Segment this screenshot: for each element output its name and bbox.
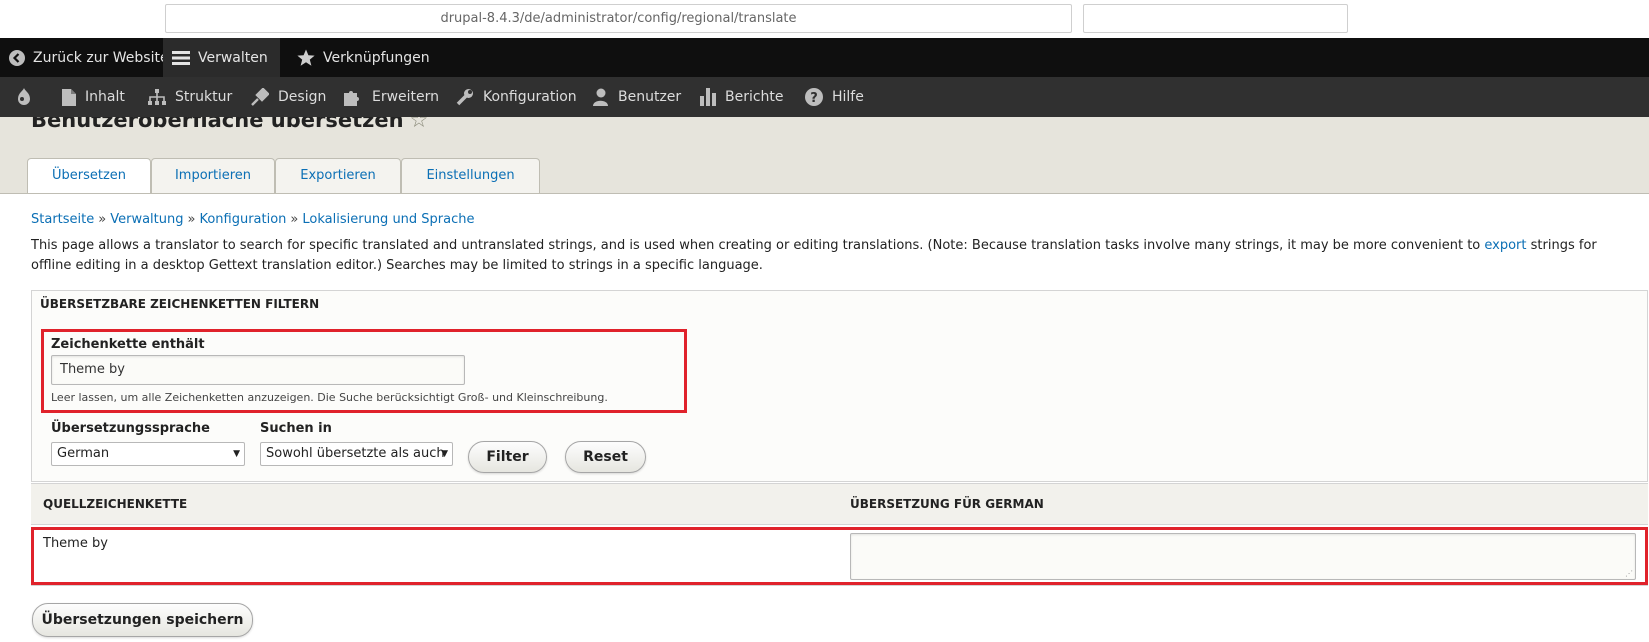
back-to-site-label: Zurück zur Website <box>33 49 169 66</box>
export-link[interactable]: export <box>1484 238 1526 253</box>
column-header-translation: ÜBERSETZUNG FÜR GERMAN <box>850 497 1044 511</box>
string-contains-input[interactable]: Theme by <box>51 355 465 385</box>
menu-item-erweitern[interactable]: Erweitern <box>344 77 439 117</box>
tab-importieren[interactable]: Importieren <box>151 158 275 193</box>
page-title: Benutzeroberfläche übersetzen ☆ <box>31 117 428 132</box>
filter-button[interactable]: Filter <box>468 441 547 473</box>
tab-einstellungen[interactable]: Einstellungen <box>401 158 540 193</box>
breadcrumb-separator: » <box>290 212 299 227</box>
tab-exportieren[interactable]: Exportieren <box>275 158 401 193</box>
chevron-down-icon: ▼ <box>233 449 240 459</box>
chevron-down-icon: ▼ <box>441 449 448 459</box>
menu-label: Berichte <box>725 89 784 105</box>
menu-label: Erweitern <box>372 89 440 105</box>
menu-label: Inhalt <box>85 89 125 105</box>
menu-item-design[interactable]: Design <box>251 77 326 117</box>
browser-bar: drupal-8.4.3/de/administrator/config/reg… <box>0 0 1649 38</box>
menu-label: Struktur <box>175 89 233 105</box>
menu-item-struktur[interactable]: Struktur <box>148 77 232 117</box>
column-header-source: QUELLZEICHENKETTE <box>43 497 188 511</box>
highlight-translation-row <box>31 527 1648 585</box>
admin-menu-tray: Inhalt Struktur Design Erweitern Konfigu… <box>0 77 1649 117</box>
hamburger-icon <box>172 50 190 65</box>
help-icon: ? <box>805 88 823 106</box>
svg-text:?: ? <box>810 91 818 106</box>
language-label: Übersetzungssprache <box>51 421 210 436</box>
manage-tab[interactable]: Verwalten <box>163 38 280 77</box>
save-translations-button[interactable]: Übersetzungen speichern <box>32 603 253 637</box>
string-contains-label: Zeichenkette enthält <box>51 337 205 352</box>
menu-item-berichte[interactable]: Berichte <box>700 77 784 117</box>
string-contains-help: Leer lassen, um alle Zeichenketten anzuz… <box>51 391 608 404</box>
search-in-select[interactable]: Sowohl übersetzte als auch ▼ <box>260 442 453 466</box>
tab-uebersetzen[interactable]: Übersetzen <box>27 158 151 193</box>
page-header: Benutzeroberfläche übersetzen ☆ Übersetze… <box>0 117 1649 194</box>
bar-chart-icon <box>700 88 716 106</box>
menu-label: Hilfe <box>832 89 864 105</box>
page-description: This page allows a translator to search … <box>31 236 1641 276</box>
menu-label: Benutzer <box>618 89 682 105</box>
manage-label: Verwalten <box>198 49 268 66</box>
shortcuts-label: Verknüpfungen <box>323 49 430 66</box>
drupal-logo-icon[interactable] <box>16 77 41 117</box>
browser-search-box[interactable] <box>1083 4 1348 33</box>
menu-item-konfiguration[interactable]: Konfiguration <box>456 77 577 117</box>
back-arrow-icon <box>9 49 25 66</box>
search-in-label: Suchen in <box>260 421 332 436</box>
breadcrumb: Startseite» Verwaltung» Konfiguration» Loka… <box>31 212 475 227</box>
filter-fieldset: ÜBERSETZBARE ZEICHENKETTEN FILTERN Zeich… <box>31 290 1648 482</box>
breadcrumb-link-konfiguration[interactable]: Konfiguration <box>199 212 286 227</box>
menu-label: Konfiguration <box>483 89 577 105</box>
breadcrumb-separator: » <box>98 212 107 227</box>
reset-button[interactable]: Reset <box>565 441 646 473</box>
breadcrumb-link-verwaltung[interactable]: Verwaltung <box>110 212 183 227</box>
address-bar[interactable]: drupal-8.4.3/de/administrator/config/reg… <box>165 4 1072 33</box>
star-icon <box>297 49 315 66</box>
paintbrush-icon <box>251 88 269 106</box>
menu-label: Design <box>278 89 327 105</box>
admin-toolbar: Zurück zur Website Verwalten Verknüpfung… <box>0 38 1649 77</box>
back-to-site-link[interactable]: Zurück zur Website <box>9 38 169 77</box>
shortcuts-tab[interactable]: Verknüpfungen <box>297 38 430 77</box>
menu-item-benutzer[interactable]: Benutzer <box>592 77 681 117</box>
search-in-select-value: Sowohl übersetzte als auch <box>266 446 445 461</box>
file-icon <box>62 88 76 106</box>
filter-legend: ÜBERSETZBARE ZEICHENKETTEN FILTERN <box>40 297 320 311</box>
page-title-text: Benutzeroberfläche übersetzen <box>31 117 404 132</box>
language-select[interactable]: German ▼ <box>51 442 245 466</box>
menu-item-inhalt[interactable]: Inhalt <box>62 77 125 117</box>
language-select-value: German <box>57 446 110 461</box>
description-text-start: This page allows a translator to search … <box>31 238 1485 253</box>
favorite-star-icon[interactable]: ☆ <box>410 117 429 132</box>
puzzle-icon <box>344 90 359 106</box>
menu-item-hilfe[interactable]: ? Hilfe <box>805 77 864 117</box>
breadcrumb-link-lokalisierung[interactable]: Lokalisierung und Sprache <box>302 212 474 227</box>
breadcrumb-separator: » <box>187 212 196 227</box>
table-header: QUELLZEICHENKETTE ÜBERSETZUNG FÜR GERMAN <box>31 483 1648 525</box>
wrench-icon <box>456 89 473 106</box>
structure-icon <box>148 88 166 105</box>
person-icon <box>593 88 608 106</box>
breadcrumb-link-startseite[interactable]: Startseite <box>31 212 94 227</box>
